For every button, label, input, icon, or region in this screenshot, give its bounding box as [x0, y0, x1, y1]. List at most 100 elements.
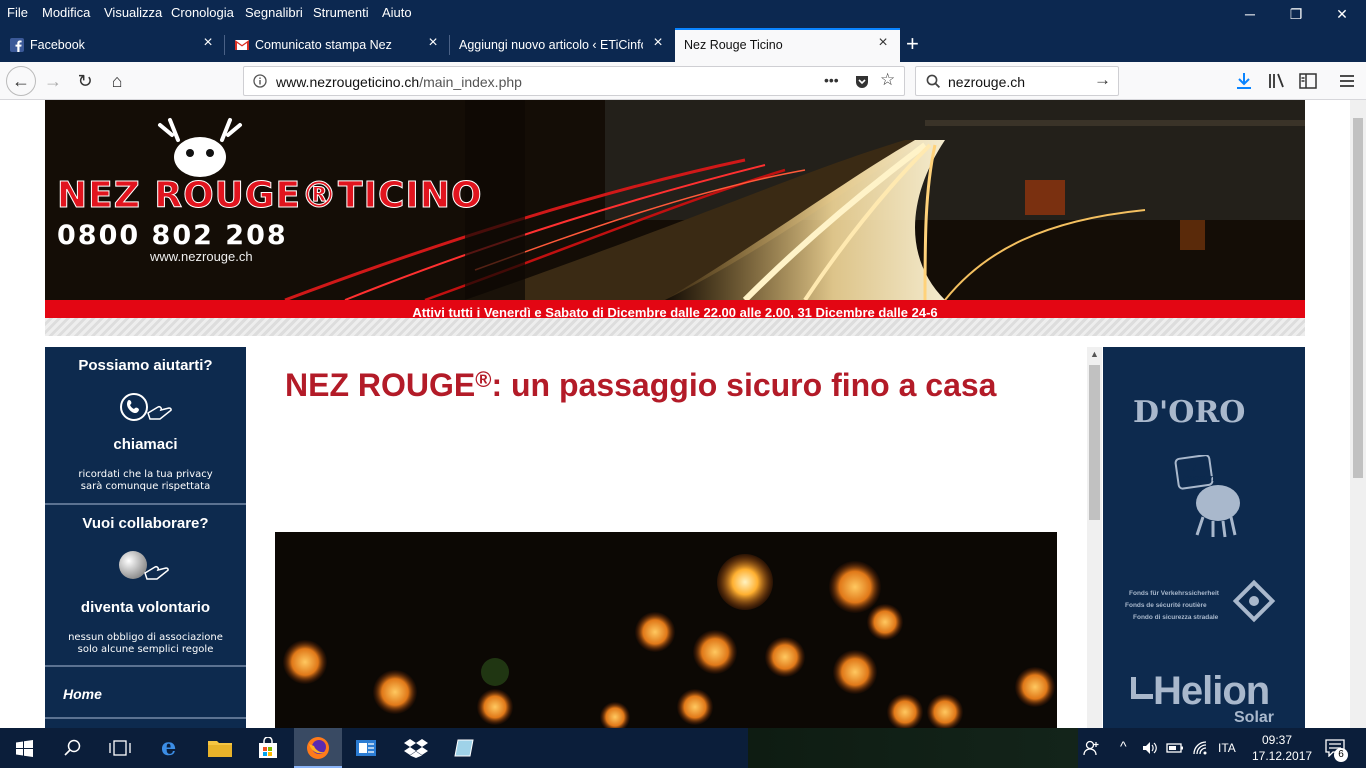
search-icon	[64, 739, 81, 756]
search-bar[interactable]: nezrouge.ch →	[915, 66, 1119, 96]
facebook-icon	[10, 38, 24, 52]
mascot-text-2: Pacstin	[1183, 473, 1216, 483]
people-icon[interactable]	[1083, 739, 1101, 757]
menu-strumenti[interactable]: Strumenti	[313, 5, 369, 20]
fund-line-fr: Fonds de sécurité routière	[1125, 602, 1207, 609]
navigation-bar: ← → ↻ ⌂ www.nezrougeticino.ch/main_index…	[0, 62, 1366, 100]
clock[interactable]: 09:37 17.12.2017	[1252, 732, 1313, 764]
el-pacstin-mascot-icon[interactable]	[1173, 455, 1253, 540]
sponsor-doro[interactable]: D'ORO	[1133, 395, 1245, 430]
reload-icon[interactable]: ↻	[70, 66, 100, 96]
tab-nez-rouge[interactable]: Nez Rouge Ticino ×	[675, 28, 900, 62]
search-taskbar-button[interactable]	[48, 728, 96, 768]
tab-label: Facebook	[30, 38, 85, 52]
dropbox-button[interactable]	[392, 728, 440, 768]
home-label: Home	[63, 686, 102, 702]
close-tab-icon[interactable]: ×	[876, 35, 890, 51]
taskbar-wallpaper-strip	[748, 728, 1078, 768]
left-nav: Possiamo aiutarti? chiamaci ricordati ch…	[45, 347, 246, 728]
logo-text: NEZ ROUGE®TICINO	[57, 175, 483, 217]
bookmark-star-icon[interactable]: ☆	[880, 70, 895, 90]
menu-segnalibri[interactable]: Segnalibri	[245, 5, 303, 20]
store-icon	[259, 737, 277, 758]
help-note-line2: sarà comunque rispettata	[80, 481, 211, 492]
tab-wordpress[interactable]: Aggiungi nuovo articolo ‹ ETiCinfo ×	[450, 28, 675, 62]
search-icon	[926, 74, 941, 89]
scroll-up-icon[interactable]: ▲	[1087, 347, 1102, 362]
tab-facebook[interactable]: Facebook ×	[0, 28, 225, 62]
helion-logo-icon	[1131, 677, 1153, 699]
gmail-icon	[235, 40, 249, 50]
help-title: Possiamo aiutarti?	[78, 357, 213, 374]
volunteer-link[interactable]: diventa volontario	[45, 599, 246, 616]
show-hidden-icons-icon[interactable]: ^	[1120, 738, 1127, 754]
close-tab-icon[interactable]: ×	[426, 35, 440, 51]
download-icon[interactable]	[1236, 72, 1252, 90]
title-brand: NEZ ROUGE	[285, 367, 476, 403]
search-go-icon[interactable]: →	[1094, 70, 1111, 90]
page-actions-icon[interactable]: •••	[824, 72, 839, 88]
close-tab-icon[interactable]: ×	[651, 35, 665, 51]
page-scrollbar-thumb[interactable]	[1353, 118, 1363, 478]
web-page: NEZ ROUGE®TICINO 0800 802 208 www.nezrou…	[0, 100, 1350, 728]
call-link[interactable]: chiamaci	[45, 436, 246, 453]
clock-date: 17.12.2017	[1252, 749, 1313, 763]
scrollbar-thumb[interactable]	[1089, 365, 1100, 520]
forward-button[interactable]: →	[38, 66, 68, 96]
dropbox-icon	[404, 739, 428, 758]
close-tab-icon[interactable]: ×	[201, 35, 215, 51]
help-note-line1: ricordati che la tua privacy	[78, 469, 213, 480]
search-input[interactable]: nezrouge.ch	[948, 74, 1025, 90]
volume-icon[interactable]	[1142, 741, 1158, 755]
home-icon[interactable]: ⌂	[102, 66, 132, 96]
page-scrollbar[interactable]	[1350, 100, 1366, 728]
new-tab-icon[interactable]: +	[906, 31, 919, 57]
sponsor-helion[interactable]: Helion	[1153, 669, 1270, 714]
tab-gmail[interactable]: Comunicato stampa Nez Rouge ×	[225, 28, 450, 62]
task-view-icon	[109, 740, 131, 756]
volunteer-note-line1: nessun obbligo di associazione	[68, 632, 223, 643]
wifi-icon[interactable]	[1192, 740, 1208, 756]
edge-button[interactable]: e	[148, 728, 196, 768]
banner-notice: Attivi tutti i Venerdì e Sabato di Dicem…	[45, 300, 1305, 320]
menu-visualizza[interactable]: Visualizza	[104, 5, 162, 20]
start-button[interactable]	[0, 728, 48, 768]
maximize-button[interactable]: ❐	[1273, 0, 1319, 28]
windows-logo-icon	[16, 740, 33, 757]
hamburger-menu-icon[interactable]	[1339, 74, 1355, 88]
sponsor-column: D'ORO El Pacstin Fonds für Verkehrssiche…	[1103, 347, 1305, 728]
header-banner: NEZ ROUGE®TICINO 0800 802 208 www.nezrou…	[45, 100, 1305, 300]
task-view-button[interactable]	[96, 728, 144, 768]
menu-modifica[interactable]: Modifica	[42, 5, 90, 20]
battery-icon[interactable]	[1166, 741, 1184, 755]
volunteer-box[interactable]: Vuoi collaborare? diventa volontario nes…	[45, 505, 246, 667]
content-scrollbar[interactable]: ▲	[1087, 347, 1102, 728]
site-info-icon[interactable]	[253, 74, 267, 88]
windows-taskbar: e ^ ITA 09:37 17.12.2017 6	[0, 728, 1366, 768]
back-button[interactable]: ←	[6, 66, 36, 96]
store-button[interactable]	[244, 728, 292, 768]
home-nav-link[interactable]: Home	[45, 667, 246, 717]
menu-file[interactable]: File	[7, 5, 28, 20]
menu-cronologia[interactable]: Cronologia	[171, 5, 234, 20]
decorative-stripe	[45, 318, 1305, 336]
firefox-button[interactable]	[294, 728, 342, 768]
url-bar[interactable]: www.nezrougeticino.ch/main_index.php •••…	[243, 66, 905, 96]
mail-app-icon	[356, 740, 376, 756]
road-safety-fund-logo-icon[interactable]	[1225, 572, 1285, 632]
app-button[interactable]	[440, 728, 488, 768]
minimize-button[interactable]: ─	[1227, 0, 1273, 28]
library-icon[interactable]	[1268, 73, 1286, 89]
input-language[interactable]: ITA	[1218, 741, 1236, 755]
sidebar-icon[interactable]	[1299, 73, 1317, 89]
registered-mark: ®	[475, 367, 492, 392]
menu-aiuto[interactable]: Aiuto	[382, 5, 412, 20]
pocket-icon[interactable]	[854, 74, 870, 90]
file-explorer-button[interactable]	[196, 728, 244, 768]
close-window-button[interactable]: ✕	[1319, 0, 1365, 28]
outlook-button[interactable]	[342, 728, 390, 768]
tab-label: Aggiungi nuovo articolo ‹ ETiCinfo	[459, 38, 643, 52]
help-box[interactable]: Possiamo aiutarti? chiamaci ricordati ch…	[45, 347, 246, 505]
tab-label: Nez Rouge Ticino	[684, 38, 783, 52]
phone-call-icon	[120, 393, 172, 421]
